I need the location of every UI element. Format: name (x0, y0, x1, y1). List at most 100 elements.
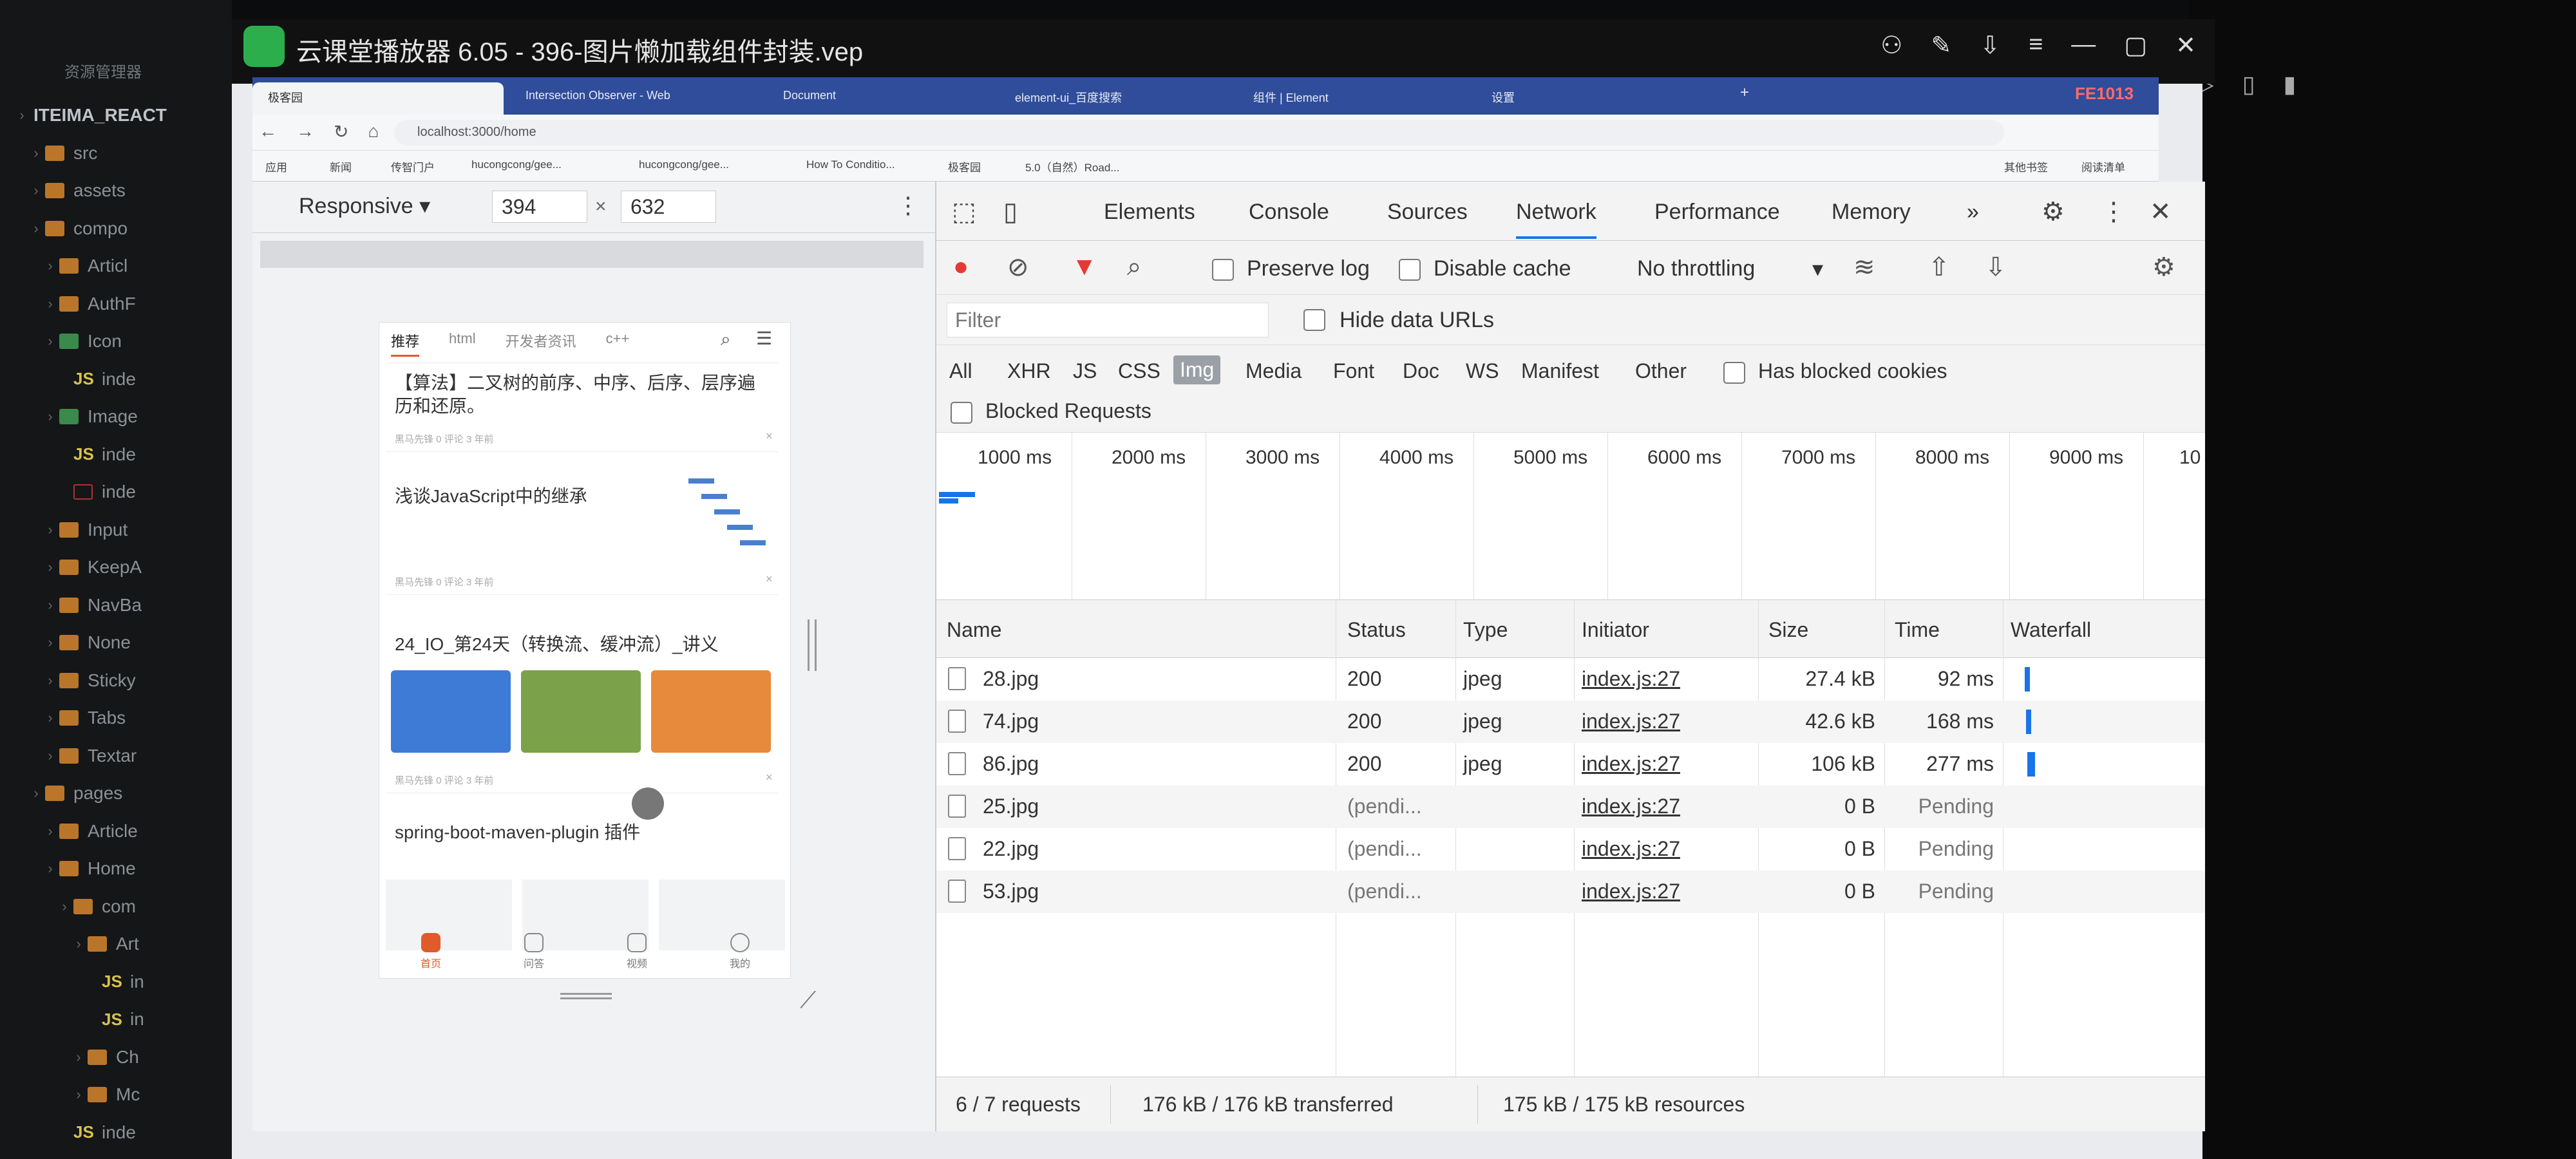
bookmark-item[interactable]: 5.0（自然）Road... (1025, 158, 1119, 174)
tab-sources[interactable]: Sources (1387, 200, 1468, 225)
bookmark-item[interactable]: 新闻 (330, 158, 352, 174)
cell-initiator[interactable]: index.js:27 (1582, 752, 1680, 776)
close-icon[interactable]: × (766, 429, 773, 443)
file-tree-item[interactable]: › compo (13, 210, 232, 248)
minimize-icon[interactable]: — (2071, 31, 2096, 60)
network-conditions-icon[interactable]: ≋ (1853, 252, 1875, 282)
bookmark-item[interactable]: 阅读清单 (2081, 158, 2125, 174)
new-tab-icon[interactable]: + (1740, 84, 1749, 102)
browser-tab-4[interactable]: element-ui_百度搜索 (999, 82, 1218, 116)
type-img[interactable]: Img (1173, 355, 1221, 384)
nav-home[interactable]: 首页 (421, 928, 441, 979)
file-tree-item[interactable]: › Art (13, 925, 232, 963)
bookmark-item[interactable]: 其他书签 (2004, 158, 2048, 174)
tab-memory[interactable]: Memory (1832, 200, 1911, 225)
col-time[interactable]: Time (1895, 618, 1940, 642)
nav-me[interactable]: 我的 (730, 928, 750, 979)
cell-initiator[interactable]: index.js:27 (1582, 880, 1680, 903)
article-title[interactable]: 【算法】二叉树的前序、中序、后序、层序遍历和还原。 (395, 372, 768, 418)
file-tree-item[interactable]: JS inde (13, 1114, 232, 1152)
nav-qa[interactable]: 问答 (524, 928, 544, 979)
home-icon[interactable]: ⌂ (368, 121, 379, 142)
type-css[interactable]: CSS (1118, 359, 1160, 383)
type-js[interactable]: JS (1073, 359, 1097, 383)
nav-video[interactable]: 视频 (627, 928, 647, 979)
file-tree-item[interactable]: › AuthF (13, 285, 232, 323)
bookmark-item[interactable]: hucongcong/gee... (471, 158, 562, 171)
file-tree-item[interactable]: › assets (13, 172, 232, 210)
table-row[interactable]: 22.jpg (pendi... index.js:27 0 B Pending (936, 828, 2205, 871)
channel-tab[interactable]: 推荐 (391, 330, 420, 357)
browser-tab-5[interactable]: 组件 | Element (1238, 82, 1457, 116)
channel-tab[interactable]: c++ (606, 330, 630, 357)
user-icon[interactable]: ⚇ (1880, 31, 1902, 60)
table-row[interactable]: 28.jpg 200 jpeg index.js:27 27.4 kB 92 m… (936, 658, 2205, 701)
file-tree-item[interactable]: › Sticky (13, 662, 232, 700)
reload-icon[interactable]: ↻ (334, 121, 348, 142)
type-manifest[interactable]: Manifest (1521, 359, 1599, 383)
download-icon[interactable]: ⇩ (1980, 31, 2000, 60)
network-settings-icon[interactable]: ⚙ (2152, 252, 2175, 282)
file-tree-item[interactable]: › Input (13, 511, 232, 549)
file-tree-item[interactable]: › com (13, 888, 232, 926)
col-initiator[interactable]: Initiator (1582, 618, 1649, 642)
responsive-select[interactable]: Responsive ▾ (299, 193, 430, 219)
file-tree-item[interactable]: inde (13, 473, 232, 511)
type-xhr[interactable]: XHR (1007, 359, 1051, 383)
bookmark-item[interactable]: 传智门户 (391, 158, 435, 174)
bookmark-item[interactable]: How To Conditio... (806, 158, 895, 171)
cell-initiator[interactable]: index.js:27 (1582, 837, 1680, 861)
settings-icon[interactable]: ⚙ (2041, 197, 2065, 227)
file-tree-item[interactable]: › Textar (13, 737, 232, 775)
type-all[interactable]: All (949, 359, 972, 383)
file-tree-item[interactable]: › Articl (13, 247, 232, 285)
tab-network[interactable]: Network (1516, 200, 1596, 239)
cell-initiator[interactable]: index.js:27 (1582, 667, 1680, 691)
file-tree-item[interactable]: › None (13, 624, 232, 662)
file-tree-item[interactable]: › src (13, 135, 232, 173)
cell-initiator[interactable]: index.js:27 (1582, 795, 1680, 818)
col-status[interactable]: Status (1347, 618, 1406, 642)
tab-console[interactable]: Console (1249, 200, 1329, 225)
article-title[interactable]: 浅谈JavaScript中的继承 (395, 482, 587, 508)
record-icon[interactable]: ● (953, 252, 969, 281)
file-tree-item[interactable]: › Home (13, 850, 232, 888)
menu-icon[interactable]: ≡ (2029, 31, 2043, 60)
file-tree-item[interactable]: › Mc (13, 1076, 232, 1114)
chevron-down-icon[interactable]: ▾ (1812, 256, 1823, 282)
search-icon[interactable]: ⌕ (721, 329, 731, 350)
file-tree-item[interactable]: › pages (13, 775, 232, 813)
file-tree-item[interactable]: › Tabs (13, 699, 232, 737)
channel-tab[interactable]: html (449, 330, 476, 357)
tab-performance[interactable]: Performance (1654, 200, 1780, 225)
menu-icon[interactable]: ☰ (756, 328, 772, 349)
col-type[interactable]: Type (1463, 618, 1508, 642)
bookmark-item[interactable]: 应用 (265, 158, 287, 174)
preserve-log-checkbox[interactable] (1212, 259, 1234, 281)
col-name[interactable]: Name (947, 618, 1001, 642)
url-input[interactable]: localhost:3000/home (394, 120, 2004, 146)
file-icon[interactable]: ▯ (2242, 71, 2255, 98)
close-icon[interactable]: × (766, 572, 773, 586)
bookmark-item[interactable]: 极客园 (948, 158, 981, 174)
bookmark-item[interactable]: hucongcong/gee... (639, 158, 729, 171)
browser-tab-6[interactable]: 设置 (1476, 82, 1695, 116)
file-tree-item[interactable]: JS in (13, 1001, 232, 1039)
edit-icon[interactable]: ✎ (1931, 31, 1951, 60)
device-toggle-icon[interactable]: ▯ (1003, 197, 1018, 227)
forward-icon[interactable]: → (296, 121, 314, 142)
type-media[interactable]: Media (1245, 359, 1302, 383)
close-icon[interactable]: ✕ (2175, 31, 2196, 60)
type-other[interactable]: Other (1635, 359, 1687, 383)
file-tree-item[interactable]: JS inde (13, 436, 232, 474)
browser-tab-3[interactable]: Document (768, 82, 987, 116)
file-tree-item[interactable]: › Article (13, 813, 232, 851)
resize-handle[interactable] (560, 993, 612, 999)
article-title[interactable]: spring-boot-maven-plugin 插件 (395, 818, 640, 844)
cell-initiator[interactable]: index.js:27 (1582, 710, 1680, 733)
split-icon[interactable]: ▮ (2284, 71, 2297, 98)
clear-icon[interactable]: ⊘ (1007, 252, 1029, 282)
disable-cache-checkbox[interactable] (1399, 259, 1421, 281)
resize-handle[interactable] (808, 619, 817, 671)
file-tree-item[interactable]: › NavBa (13, 587, 232, 625)
